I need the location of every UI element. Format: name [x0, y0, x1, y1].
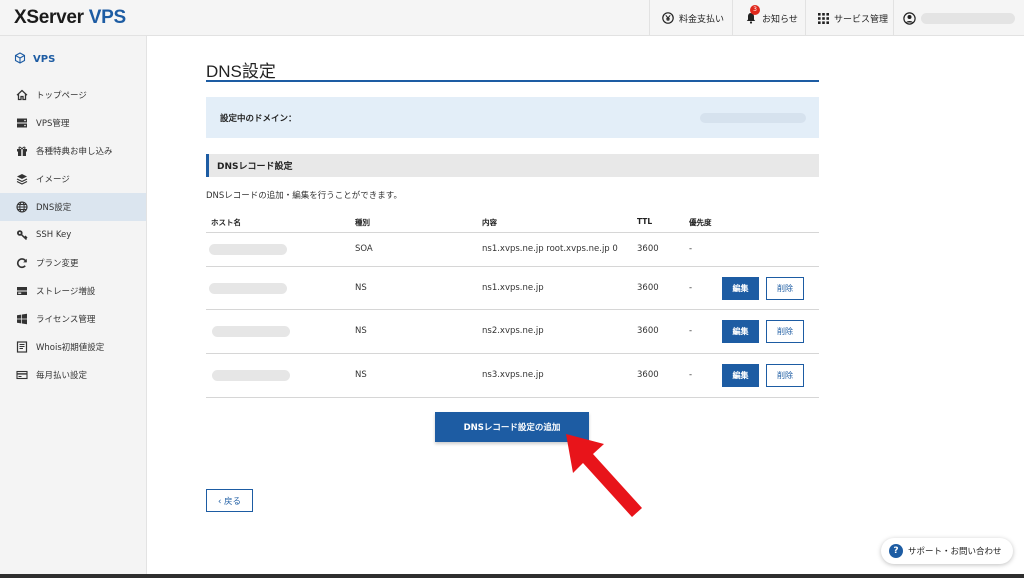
service-menu[interactable]: サービス管理 [805, 0, 893, 36]
domain-label: 設定中のドメイン： [220, 114, 297, 124]
host-name-redacted [209, 244, 287, 255]
record-priority: - [689, 326, 693, 336]
payment-menu[interactable]: 料金支払い [649, 0, 732, 36]
table-row: NS ns1.xvps.ne.jp 3600 - 編集 削除 [206, 267, 819, 310]
column-header-priority: 優先度 [689, 218, 712, 227]
domain-value-redacted [700, 113, 806, 123]
sidebar-item-storage[interactable]: ストレージ増設 [0, 277, 146, 305]
account-name-redacted [921, 12, 1015, 24]
grid-icon [818, 12, 829, 24]
record-content: ns1.xvps.ne.jp [482, 283, 544, 293]
sidebar-item-dns[interactable]: DNS設定 [0, 193, 146, 221]
card-icon [16, 369, 28, 381]
top-header: XServer VPS 料金支払い 3 お知らせ サービス管理 [0, 0, 1024, 36]
page-title: DNS設定 [206, 62, 276, 81]
record-priority: - [689, 283, 693, 293]
table-row: NS ns2.xvps.ne.jp 3600 - 編集 削除 [206, 310, 819, 354]
server-icon [16, 117, 28, 129]
column-header-content: 内容 [482, 218, 497, 227]
record-ttl: 3600 [637, 283, 659, 293]
yen-circle-icon [662, 12, 674, 24]
title-underline [206, 80, 819, 82]
question-icon: ? [889, 544, 903, 558]
key-icon [16, 229, 28, 241]
sidebar-item-top[interactable]: トップページ [0, 81, 146, 109]
record-priority: - [689, 244, 693, 254]
sidebar-title: VPS [14, 52, 55, 67]
host-name-redacted [212, 326, 290, 337]
account-menu[interactable] [893, 0, 1024, 36]
edit-button[interactable]: 編集 [722, 277, 759, 300]
layers-icon [16, 173, 28, 185]
table-row: NS ns3.xvps.ne.jp 3600 - 編集 削除 [206, 354, 819, 398]
table-header: ホスト名 種別 内容 TTL 優先度 [206, 210, 819, 233]
column-header-host: ホスト名 [211, 218, 241, 227]
record-content: ns2.xvps.ne.jp [482, 326, 544, 336]
record-ttl: 3600 [637, 244, 659, 254]
gift-icon [16, 145, 28, 157]
host-name-redacted [212, 370, 290, 381]
home-icon [16, 89, 28, 101]
support-label: サポート・お問い合わせ [908, 547, 1002, 557]
notice-label: お知らせ [762, 14, 798, 25]
user-circle-icon [903, 11, 916, 25]
record-type: NS [355, 283, 367, 293]
delete-button[interactable]: 削除 [766, 364, 804, 387]
record-priority: - [689, 370, 693, 380]
record-ttl: 3600 [637, 370, 659, 380]
delete-button[interactable]: 削除 [766, 277, 804, 300]
sidebar-item-ssh-key[interactable]: SSH Key [0, 221, 146, 249]
service-label: サービス管理 [834, 14, 889, 25]
column-header-ttl: TTL [637, 217, 653, 226]
bell-icon: 3 [745, 5, 760, 24]
payment-label: 料金支払い [679, 14, 725, 25]
record-type: NS [355, 326, 367, 336]
delete-button[interactable]: 削除 [766, 320, 804, 343]
cube-icon [14, 52, 33, 67]
record-type: SOA [355, 244, 373, 254]
bottom-edge-bar [0, 574, 1024, 578]
windows-icon [16, 313, 28, 325]
section-description: DNSレコードの追加・編集を行うことができます。 [206, 191, 402, 201]
edit-button[interactable]: 編集 [722, 320, 759, 343]
storage-icon [16, 285, 28, 297]
table-row: SOA ns1.xvps.ne.jp root.xvps.ne.jp 0 360… [206, 233, 819, 267]
sidebar-item-benefits[interactable]: 各種特典お申し込み [0, 137, 146, 165]
current-domain-panel: 設定中のドメイン： [206, 97, 819, 138]
record-content: ns1.xvps.ne.jp root.xvps.ne.jp 0 [482, 244, 618, 254]
id-card-icon [16, 341, 28, 353]
refresh-icon [16, 257, 28, 269]
host-name-redacted [209, 283, 287, 294]
notice-menu[interactable]: 3 お知らせ [732, 0, 805, 36]
record-type: NS [355, 370, 367, 380]
back-button[interactable]: ‹ 戻る [206, 489, 253, 512]
sidebar-item-image[interactable]: イメージ [0, 165, 146, 193]
support-contact-button[interactable]: ? サポート・お問い合わせ [881, 538, 1013, 564]
edit-button[interactable]: 編集 [722, 364, 759, 387]
sidebar-item-whois[interactable]: Whois初期値設定 [0, 333, 146, 361]
notice-count-badge: 3 [750, 5, 760, 15]
record-content: ns3.xvps.ne.jp [482, 370, 544, 380]
xserver-logo[interactable]: XServer VPS [14, 7, 126, 29]
sidebar-item-monthly-payment[interactable]: 毎月払い設定 [0, 361, 146, 389]
globe-icon [16, 201, 28, 213]
red-arrow-annotation [566, 434, 642, 517]
record-ttl: 3600 [637, 326, 659, 336]
sidebar-item-vps[interactable]: VPS管理 [0, 109, 146, 137]
column-header-type: 種別 [355, 218, 370, 227]
section-heading: DNSレコード設定 [206, 154, 819, 177]
sidebar-item-license[interactable]: ライセンス管理 [0, 305, 146, 333]
sidebar: VPS トップページ VPS管理 各種特典お申し込み イメージ DNS設定 SS… [0, 36, 147, 574]
sidebar-item-plan-change[interactable]: プラン変更 [0, 249, 146, 277]
